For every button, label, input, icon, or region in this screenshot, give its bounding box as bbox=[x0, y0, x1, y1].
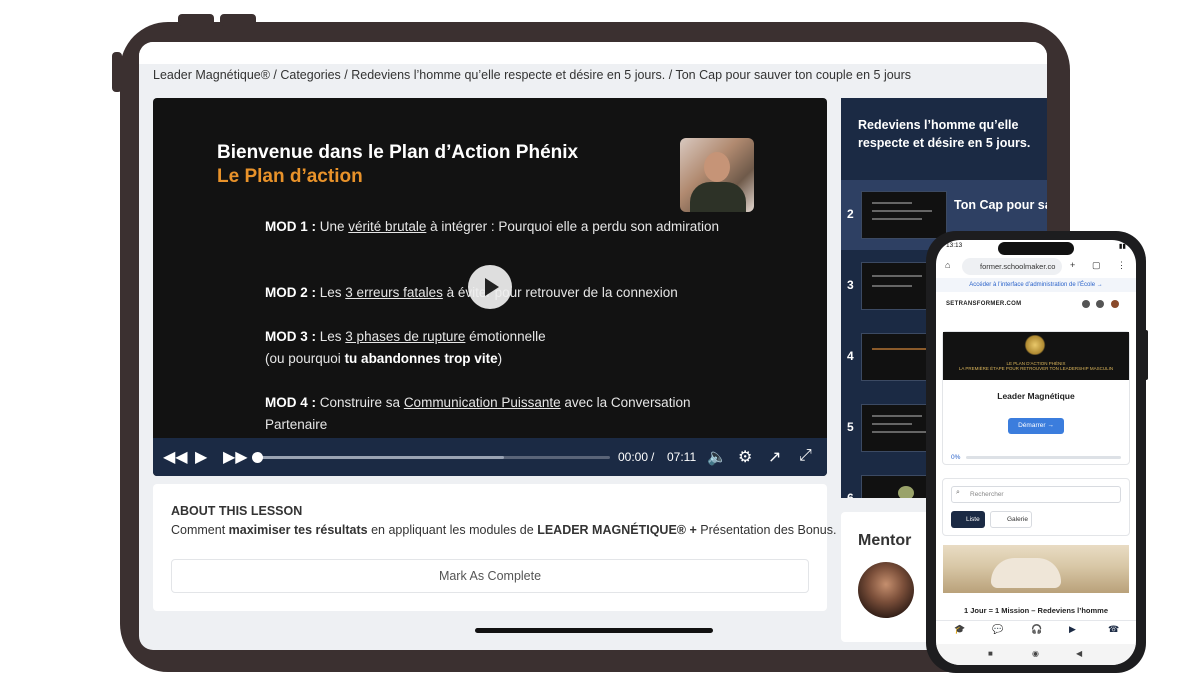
external-link-icon[interactable]: ↗ bbox=[768, 447, 781, 467]
course-title: Leader Magnétique bbox=[997, 391, 1075, 401]
item-thumbnail bbox=[861, 191, 947, 239]
tablet-screen: Leader Magnétique® / Categories / Redevi… bbox=[139, 42, 1047, 650]
menu-icon[interactable]: ⋮ bbox=[1117, 260, 1126, 271]
home-circle-icon[interactable]: ◉ bbox=[1032, 649, 1039, 658]
item-number: 4 bbox=[847, 349, 854, 363]
rewind-icon[interactable]: ◀◀ bbox=[163, 447, 188, 467]
video-player[interactable]: Bienvenue dans le Plan d’Action Phénix L… bbox=[153, 98, 827, 476]
stage: Leader Magnétique® / Categories / Redevi… bbox=[0, 0, 1200, 675]
about-text: Comment maximiser tes résultats en appli… bbox=[171, 523, 837, 537]
bell-icon[interactable] bbox=[1096, 300, 1104, 308]
play-overlay-button[interactable] bbox=[468, 265, 512, 309]
seek-knob[interactable] bbox=[252, 452, 263, 463]
seek-bar[interactable] bbox=[252, 452, 610, 463]
graduation-cap-icon[interactable]: 🎓 bbox=[954, 624, 965, 635]
breadcrumb[interactable]: Leader Magnétique® / Categories / Redevi… bbox=[153, 68, 911, 82]
item-label: Ton Cap pour sauver ton couple en 5 jour… bbox=[954, 198, 1047, 212]
recents-icon[interactable]: ■ bbox=[988, 649, 993, 658]
chat-icon[interactable] bbox=[1082, 300, 1090, 308]
battery-icon: ▮▮ bbox=[1118, 243, 1126, 250]
search-icon: ⌕ bbox=[956, 489, 960, 496]
fullscreen-icon[interactable]: ⤢ bbox=[799, 447, 812, 465]
top-bar bbox=[139, 42, 1047, 64]
tabs-icon[interactable]: ▢ bbox=[1092, 260, 1101, 271]
url-bar[interactable]: former.schoolmaker.co bbox=[962, 258, 1062, 275]
site-name[interactable]: SETRANSFORMER.COM bbox=[946, 301, 1021, 307]
mentor-heading: Mentor bbox=[858, 532, 912, 549]
video-icon[interactable]: ▶ bbox=[1069, 624, 1076, 635]
time-separator: / bbox=[651, 450, 655, 464]
phone-side-button bbox=[1144, 330, 1148, 380]
plus-icon[interactable]: + bbox=[1070, 260, 1075, 270]
item-number: 5 bbox=[847, 420, 854, 434]
admin-link[interactable]: Accéder à l’interface d’administration d… bbox=[936, 278, 1136, 292]
phone-screen: 13:13 ▮▮ ⌂ former.schoolmaker.co + ▢ ⋮ A… bbox=[936, 240, 1136, 665]
phone-icon[interactable]: ☎ bbox=[1108, 624, 1119, 635]
search-input[interactable]: Rechercher bbox=[951, 486, 1121, 503]
item-number: 2 bbox=[847, 207, 854, 221]
buffer-bar bbox=[257, 456, 505, 459]
progress-percent: 0% bbox=[951, 454, 961, 461]
video-controls: ◀◀ ▶ ▶▶ 00:00 / 07:11 🔈 ⚙ ↗ ⤢ bbox=[153, 438, 827, 476]
home-icon[interactable]: ⌂ bbox=[945, 260, 950, 270]
duration: 07:11 bbox=[667, 450, 697, 464]
tablet-power-button bbox=[220, 14, 256, 26]
playlist-title: Redeviens l’homme qu’elle respecte et dé… bbox=[858, 118, 1031, 150]
gallery-view-button[interactable]: Galerie bbox=[990, 511, 1032, 528]
tablet-side-button bbox=[112, 52, 122, 92]
module-1: MOD 1 : Une vérité brutale à intégrer : … bbox=[265, 219, 720, 234]
item-number: 3 bbox=[847, 278, 854, 292]
volume-icon[interactable]: 🔈 bbox=[707, 447, 727, 467]
forward-icon[interactable]: ▶▶ bbox=[223, 447, 248, 467]
headset-icon[interactable]: 🎧 bbox=[1031, 624, 1042, 635]
about-heading: ABOUT THIS LESSON bbox=[171, 504, 303, 518]
start-button[interactable]: Démarrer → bbox=[1008, 418, 1064, 434]
current-time: 00:00 bbox=[618, 450, 649, 464]
eagle-logo bbox=[1024, 335, 1046, 355]
play-icon[interactable]: ▶ bbox=[195, 447, 207, 467]
banner-text: LE PLAN D’ACTION PHÉNIX LA PREMIÈRE ÉTAPE… bbox=[958, 361, 1114, 371]
status-time: 13:13 bbox=[946, 242, 963, 249]
about-lesson-card: ABOUT THIS LESSON Comment maximiser tes … bbox=[153, 484, 836, 611]
home-indicator bbox=[475, 628, 713, 633]
avatar[interactable] bbox=[858, 562, 914, 618]
item-number: 6 bbox=[847, 491, 854, 498]
tablet-volume-button bbox=[178, 14, 214, 26]
camera-notch bbox=[998, 242, 1074, 255]
list-view-button[interactable]: Liste bbox=[951, 511, 985, 528]
presenter-webcam bbox=[680, 138, 754, 212]
back-icon[interactable]: ◀ bbox=[1076, 649, 1082, 658]
lesson-caption[interactable]: 1 Jour = 1 Mission – Redeviens l’homme bbox=[943, 606, 1129, 615]
course-progress-bar bbox=[966, 456, 1121, 459]
chat-icon[interactable]: 💬 bbox=[992, 624, 1003, 635]
gear-icon[interactable]: ⚙ bbox=[738, 447, 752, 467]
mark-complete-button[interactable]: Mark As Complete bbox=[171, 559, 809, 593]
module-3: MOD 3 : Les 3 phases de rupture émotionn… bbox=[265, 329, 546, 366]
lesson-image-subject bbox=[991, 558, 1061, 588]
module-4: MOD 4 : Construire sa Communication Puis… bbox=[265, 395, 691, 432]
slide-subtitle: Le Plan d’action bbox=[217, 166, 363, 187]
avatar[interactable] bbox=[1111, 300, 1119, 308]
slide-title: Bienvenue dans le Plan d’Action Phénix bbox=[217, 142, 579, 163]
